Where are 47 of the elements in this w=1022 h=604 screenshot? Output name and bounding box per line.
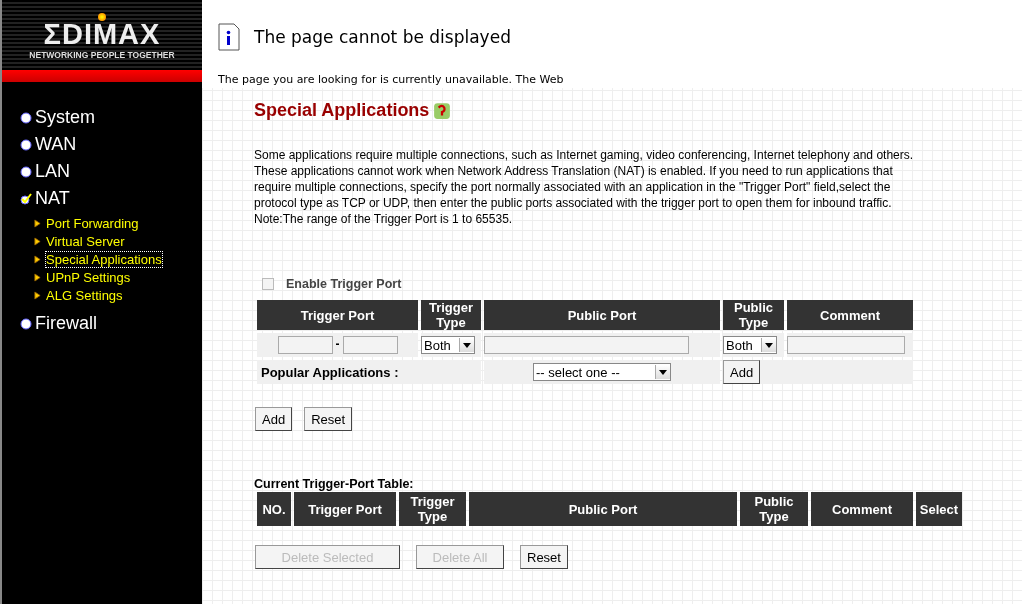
sidebar-item[interactable]: LAN bbox=[35, 161, 70, 182]
note-text: Note:The range of the Trigger Port is 1 to 65535. bbox=[254, 211, 514, 227]
input-field[interactable] bbox=[787, 336, 905, 354]
form-button[interactable]: Reset bbox=[304, 407, 353, 431]
submenu-item[interactable]: UPnP Settings bbox=[46, 269, 131, 285]
sidebar-item[interactable]: Firewall bbox=[35, 313, 97, 334]
brand-logo: ΣDIMAX bbox=[43, 21, 161, 47]
column-header: NO. bbox=[257, 492, 291, 526]
error-message: The page you are looking for is currently unavailable. The Web bbox=[218, 73, 565, 86]
submenu-item[interactable]: ALG Settings bbox=[46, 287, 123, 303]
help-icon[interactable] bbox=[433, 101, 452, 120]
table-title: Current Trigger-Port Table: bbox=[254, 477, 415, 491]
sidebar-item[interactable]: System bbox=[35, 107, 95, 128]
dropdown[interactable]: -- select one -- bbox=[533, 363, 671, 381]
description-text: Some applications require multiple connections, such as Internet gaming, video conferencing, Internet telephony and others. These applications cannot work when Network Address Translation (NAT) is enabled. If you need to run applications that require multiple connections, specify the port normally associated with an application in the "Trigger Port" field,select the protocol type as TCP or UDP, then enter the public ports associated with the trigger port to open them for inbound traffic. bbox=[254, 147, 915, 211]
page-title: Special Applications bbox=[254, 100, 430, 121]
info-icon bbox=[218, 23, 240, 51]
column-header: Public Port bbox=[469, 492, 737, 526]
submenu-item[interactable]: Special Applications bbox=[46, 251, 162, 267]
logo-tagline: NETWORKING PEOPLE TOGETHER bbox=[29, 50, 175, 60]
column-header: Trigger Type bbox=[421, 300, 481, 330]
column-header: Comment bbox=[787, 300, 913, 330]
column-header: Trigger Port bbox=[257, 300, 418, 330]
column-header: Trigger Type bbox=[399, 492, 466, 526]
submenu-item[interactable]: Virtual Server bbox=[46, 233, 125, 249]
ball-icon bbox=[98, 13, 106, 21]
input-field[interactable] bbox=[277, 336, 333, 354]
popular-applications-label: Popular Applications : bbox=[261, 364, 399, 380]
dropdown[interactable]: Both bbox=[421, 336, 475, 354]
column-header: Public Type bbox=[740, 492, 808, 526]
input-field[interactable] bbox=[484, 336, 689, 354]
sidebar-item[interactable]: WAN bbox=[35, 134, 77, 155]
form-button[interactable]: Add bbox=[255, 407, 293, 431]
range-separator: - bbox=[335, 337, 340, 352]
column-header: Public Type bbox=[723, 300, 784, 330]
dropdown[interactable]: Both bbox=[723, 336, 777, 354]
column-header: Comment bbox=[811, 492, 913, 526]
column-header: Public Port bbox=[484, 300, 720, 330]
error-title: The page cannot be displayed bbox=[254, 27, 511, 47]
column-header: Select bbox=[916, 492, 962, 526]
sidebar-item[interactable]: NAT bbox=[35, 188, 70, 209]
input-field[interactable] bbox=[342, 336, 398, 354]
submenu-item[interactable]: Port Forwarding bbox=[46, 215, 139, 231]
checkbox-label: Enable Trigger Port bbox=[286, 277, 402, 291]
table-button[interactable]: Reset bbox=[520, 545, 568, 569]
add-button[interactable]: Add bbox=[723, 360, 761, 384]
column-header: Trigger Port bbox=[294, 492, 396, 526]
